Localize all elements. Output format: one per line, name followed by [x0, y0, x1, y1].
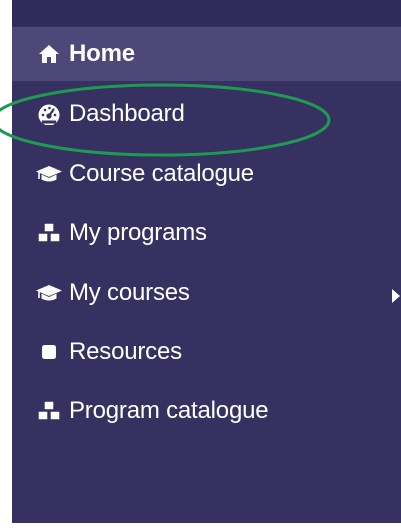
graduation-cap-icon: [34, 159, 64, 189]
sidebar-item-label: Dashboard: [69, 100, 185, 127]
graduation-cap-icon: [34, 278, 64, 308]
sidebar-item-label: Program catalogue: [69, 397, 269, 424]
sidebar-item-label: Home: [69, 40, 135, 67]
sidebar-item-label: Course catalogue: [69, 160, 254, 187]
sidebar-item-resources[interactable]: Resources: [12, 325, 401, 379]
sidebar-top-band: [12, 0, 401, 26]
sidebar-item-label: Resources: [69, 338, 182, 365]
sidebar-item-label: My programs: [69, 219, 207, 246]
sidebar-item-dashboard[interactable]: Dashboard: [12, 87, 401, 141]
dashboard-gauge-icon: [34, 99, 64, 129]
cubes-icon: [34, 218, 64, 248]
cubes-icon: [34, 396, 64, 426]
expand-arrow-icon[interactable]: [391, 288, 401, 304]
sidebar-item-my-courses[interactable]: My courses: [12, 266, 401, 320]
home-icon: [34, 39, 64, 69]
screenshot-stage: Home Dashboard Course catalogue My progr…: [0, 0, 401, 530]
square-icon: [34, 337, 64, 367]
sidebar-item-label: My courses: [69, 279, 190, 306]
sidebar-nav: Home Dashboard Course catalogue My progr…: [12, 0, 401, 523]
sidebar-item-course-catalogue[interactable]: Course catalogue: [12, 147, 401, 201]
sidebar-item-my-programs[interactable]: My programs: [12, 206, 401, 260]
sidebar-item-home[interactable]: Home: [12, 27, 401, 81]
sidebar-item-program-catalogue[interactable]: Program catalogue: [12, 384, 401, 438]
